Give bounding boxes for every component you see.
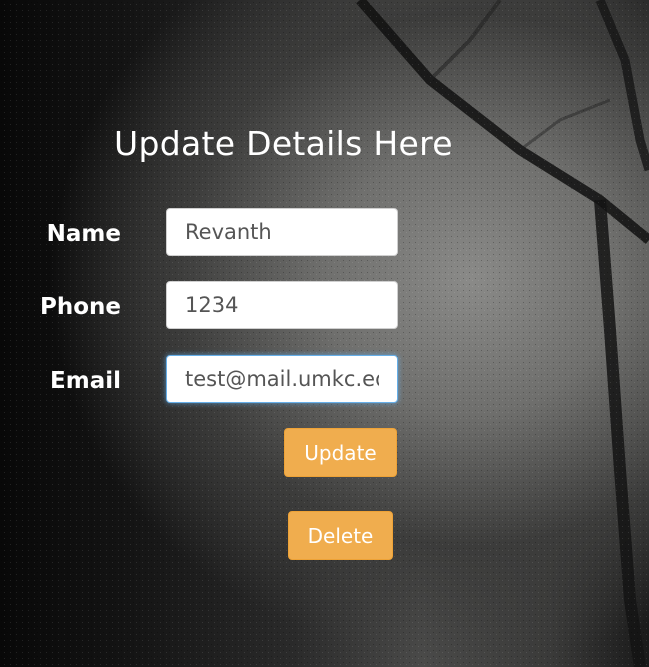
email-field[interactable] [166,355,398,403]
phone-label: Phone [39,294,121,320]
background-image [0,0,649,667]
email-label: Email [50,368,121,394]
name-label: Name [46,221,121,247]
phone-field[interactable] [166,281,398,329]
page-title: Update Details Here [114,124,453,163]
delete-button[interactable]: Delete [288,511,393,560]
name-field[interactable] [166,208,398,256]
background-texture [0,0,649,667]
update-button[interactable]: Update [284,428,397,477]
